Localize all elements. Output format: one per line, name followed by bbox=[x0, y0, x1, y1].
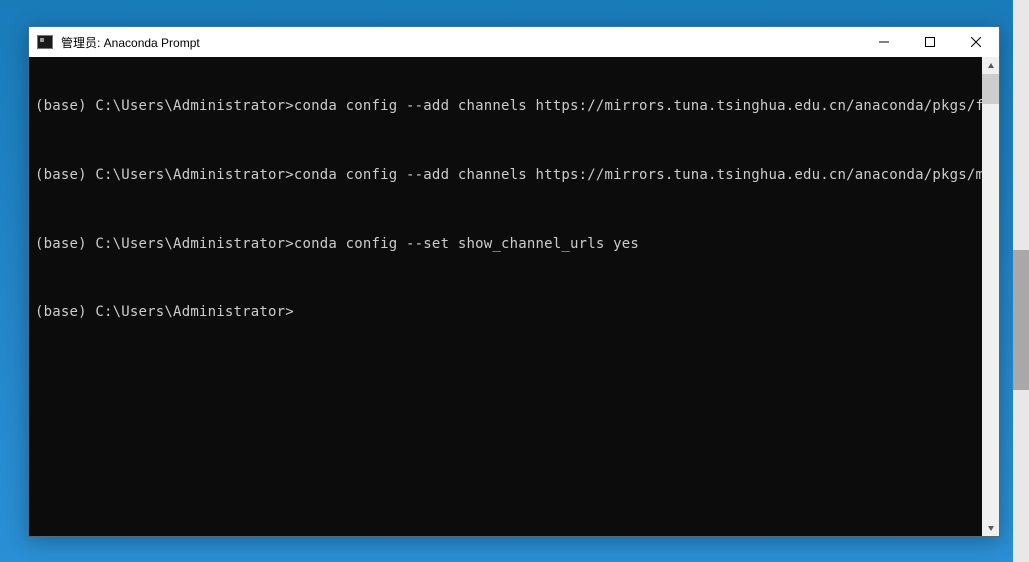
terminal-line: (base) C:\Users\Administrator>conda conf… bbox=[35, 235, 976, 253]
prompt: (base) C:\Users\Administrator> bbox=[35, 167, 294, 183]
terminal-line: (base) C:\Users\Administrator> bbox=[35, 303, 976, 321]
scrollbar-track[interactable] bbox=[982, 74, 999, 519]
scrollbar-thumb[interactable] bbox=[982, 74, 999, 104]
terminal-wrapper: (base) C:\Users\Administrator>conda conf… bbox=[29, 57, 999, 536]
titlebar[interactable]: 管理员: Anaconda Prompt bbox=[29, 27, 999, 57]
minimize-button[interactable] bbox=[861, 27, 907, 57]
terminal-line: (base) C:\Users\Administrator>conda conf… bbox=[35, 166, 976, 184]
prompt: (base) C:\Users\Administrator> bbox=[35, 236, 294, 252]
close-button[interactable] bbox=[953, 27, 999, 57]
scrollbar-down-button[interactable] bbox=[982, 519, 999, 536]
page-scrollbar-thumb[interactable] bbox=[1013, 250, 1029, 390]
anaconda-prompt-window: 管理员: Anaconda Prompt (base) C:\Users\Adm… bbox=[28, 26, 1000, 537]
window-title: 管理员: Anaconda Prompt bbox=[61, 34, 861, 51]
command: conda config --set show_channel_urls yes bbox=[294, 236, 639, 252]
page-scrollbar[interactable] bbox=[1013, 0, 1029, 562]
prompt: (base) C:\Users\Administrator> bbox=[35, 304, 294, 320]
terminal-icon bbox=[37, 35, 53, 49]
terminal-output[interactable]: (base) C:\Users\Administrator>conda conf… bbox=[29, 57, 982, 536]
window-controls bbox=[861, 27, 999, 57]
command: conda config --add channels https://mirr… bbox=[294, 98, 982, 114]
prompt: (base) C:\Users\Administrator> bbox=[35, 98, 294, 114]
vertical-scrollbar[interactable] bbox=[982, 57, 999, 536]
maximize-button[interactable] bbox=[907, 27, 953, 57]
terminal-line: (base) C:\Users\Administrator>conda conf… bbox=[35, 97, 976, 115]
command: conda config --add channels https://mirr… bbox=[294, 167, 982, 183]
scrollbar-up-button[interactable] bbox=[982, 57, 999, 74]
